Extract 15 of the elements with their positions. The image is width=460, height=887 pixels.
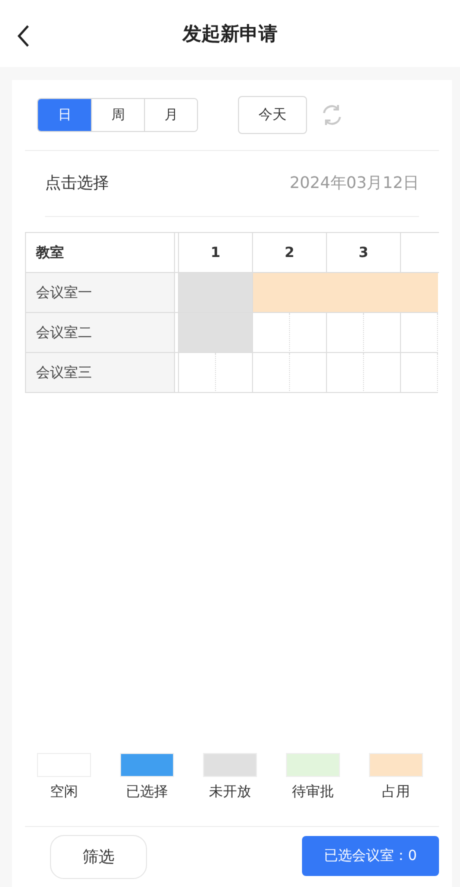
view-tab[interactable]: 月 — [144, 99, 197, 131]
today-button[interactable]: 今天 — [238, 96, 307, 134]
room-name: 会议室一 — [26, 273, 174, 313]
filter-button[interactable]: 筛选 — [50, 835, 147, 879]
date-label[interactable]: 点击选择 — [45, 173, 109, 194]
page-title: 发起新申请 — [182, 22, 278, 46]
legend-label: 待审批 — [292, 783, 334, 801]
room-name: 会议室二 — [26, 313, 174, 353]
legend-label: 空闲 — [50, 783, 78, 801]
legend-label: 未开放 — [209, 783, 251, 801]
selected-rooms-button[interactable]: 已选会议室：0 — [302, 836, 439, 876]
legend-label: 已选择 — [126, 783, 168, 801]
room-name: 会议室三 — [26, 353, 174, 393]
legend-label: 占用 — [382, 783, 410, 801]
view-tab[interactable]: 日 — [38, 99, 91, 131]
